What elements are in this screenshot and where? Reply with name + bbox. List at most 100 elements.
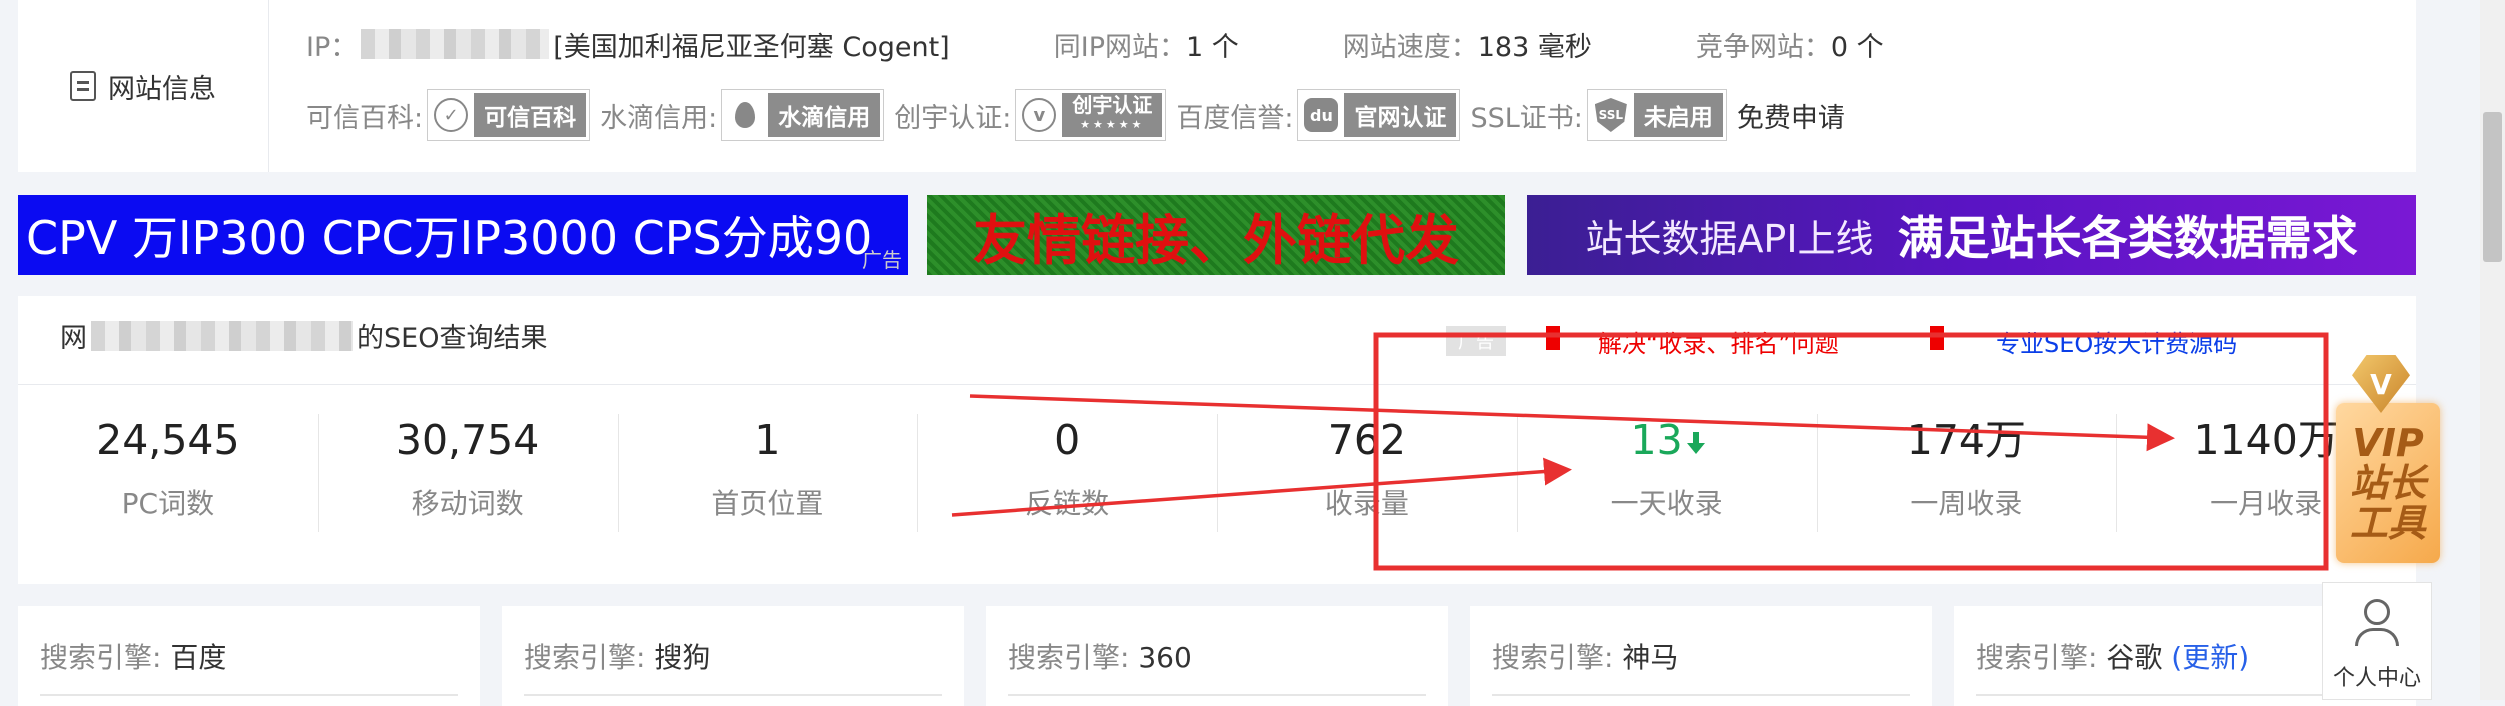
divider	[524, 694, 942, 696]
stat-backlinks[interactable]: 0 反链数	[917, 406, 1217, 536]
same-ip-value[interactable]: 1 个	[1186, 25, 1239, 64]
divider	[40, 694, 458, 696]
domain-redacted	[91, 320, 353, 351]
ip-redacted	[361, 29, 550, 59]
ad-banner-api-text-2: 满足站长各类数据需求	[1897, 211, 2358, 265]
same-ip-label: 同IP网站：	[1053, 31, 1186, 63]
stat-value: 30,754	[395, 416, 540, 464]
rating-stars: ★★★★★	[1080, 118, 1145, 131]
ssl-label: SSL证书:	[1470, 102, 1583, 134]
water-drop-icon	[735, 102, 756, 128]
engine-update-link[interactable]: (更新)	[2171, 641, 2249, 674]
stat-value: 24,545	[96, 416, 240, 464]
stat-value: 762	[1327, 416, 1406, 464]
vip-text: 工具	[2349, 501, 2426, 545]
shuidi-badge-text: 水滴信用	[768, 93, 881, 137]
stat-home-position[interactable]: 1 首页位置	[617, 406, 918, 536]
shuidi-badge[interactable]: 水滴信用	[721, 89, 885, 141]
document-icon	[70, 71, 96, 101]
engine-label: 搜索引擎:	[1008, 641, 1130, 674]
baidu-badge-text: 官网认证	[1344, 93, 1457, 137]
site-info-card: 网站信息 IP： [美国加利福尼亚圣何塞 Cogent] 同IP网站： 1 个 …	[18, 0, 2416, 172]
engine-label: 搜索引擎:	[40, 641, 162, 674]
speed-label: 网站速度：	[1342, 31, 1478, 63]
stat-day-indexed[interactable]: 13 一天收录	[1516, 406, 1817, 536]
stat-pc-words[interactable]: 24,545 PC词数	[18, 406, 318, 536]
divider	[1008, 694, 1426, 696]
kexin-label: 可信百科:	[306, 102, 424, 134]
stat-label: 首页位置	[711, 487, 824, 520]
stat-value: 13	[1630, 416, 1683, 464]
engine-name: 百度	[170, 641, 227, 674]
user-center-label: 个人中心	[2332, 666, 2421, 691]
competitor-value[interactable]: 0 个	[1831, 25, 1884, 64]
ad-banner-api-text-1: 站长数据API上线	[1585, 216, 1874, 261]
ssl-badge[interactable]: SSL 未启用	[1586, 89, 1727, 141]
engine-card-360[interactable]: 搜索引擎: 360	[986, 606, 1448, 706]
chuangyu-v-icon: v	[1022, 98, 1057, 132]
engine-label: 搜索引擎:	[524, 641, 646, 674]
site-info-row-2: 可信百科: ✓ 可信百科 水滴信用: 水滴信用 创宇认证: v 创宇认证 ★★★…	[306, 89, 1845, 141]
stat-mobile-words[interactable]: 30,754 移动词数	[317, 406, 618, 536]
down-arrow-icon	[1686, 432, 1705, 454]
seo-title-prefix: 网	[60, 323, 87, 354]
user-center-button[interactable]: 个人中心	[2322, 582, 2432, 700]
ad-banner-links[interactable]: 友情链接、外链代发	[927, 195, 1505, 275]
chuangyu-badge[interactable]: v 创宇认证 ★★★★★	[1015, 89, 1167, 141]
ssl-shield-icon: SSL	[1594, 98, 1627, 132]
stat-label: 移动词数	[411, 487, 524, 520]
user-icon-body	[2355, 628, 2399, 646]
engine-name: 神马	[1622, 641, 1679, 674]
ssl-badge-text: 未启用	[1633, 93, 1723, 137]
engine-label: 搜索引擎:	[1492, 641, 1614, 674]
seo-title-suffix: 的SEO查询结果	[357, 323, 548, 354]
stat-value-day: 13	[1517, 412, 1817, 468]
speed-value: 183 毫秒	[1477, 31, 1592, 63]
ssl-apply-link[interactable]: 免费申请	[1737, 96, 1845, 135]
competitor-label: 竞争网站：	[1695, 31, 1831, 63]
engine-name: 360	[1138, 641, 1192, 674]
ad-banner-links-text: 友情链接、外链代发	[973, 208, 1459, 272]
engine-name: 谷歌	[2106, 641, 2163, 674]
stat-label: 收录量	[1324, 487, 1409, 520]
vip-tools-widget[interactable]: VIP 站长 工具 V	[2320, 355, 2440, 570]
kexin-badge-text: 可信百科	[474, 93, 587, 137]
engine-card-shenma[interactable]: 搜索引擎: 神马	[1470, 606, 1932, 706]
kexin-badge[interactable]: ✓ 可信百科	[427, 89, 591, 141]
stat-value: 0	[1054, 416, 1081, 464]
ip-label: IP：	[306, 31, 358, 63]
ad-banner-api[interactable]: 站长数据API上线 满足站长各类数据需求	[1527, 195, 2416, 275]
chuangyu-badge-text: 创宇认证 ★★★★★	[1062, 93, 1163, 137]
baidu-paw-icon: du	[1304, 98, 1339, 132]
scrollbar-thumb[interactable]	[2483, 112, 2502, 262]
engine-card-sogou[interactable]: 搜索引擎: 搜狗	[502, 606, 964, 706]
baidu-label: 百度信誉:	[1176, 102, 1294, 134]
divider	[1492, 694, 1910, 696]
ad-banner-cpv-text: CPV 万IP300 CPC万IP3000 CPS分成90	[26, 211, 873, 265]
seo-ad-tag: 广告	[1446, 326, 1506, 356]
red-square-marker	[1546, 326, 1560, 350]
chuangyu-label: 创宇认证:	[894, 102, 1012, 134]
stat-indexed[interactable]: 762 收录量	[1217, 406, 1517, 536]
seo-result-card: 网 的SEO查询结果 广告 解决“收录、排名”问题 专业SEO按天计费源码 24…	[18, 296, 2416, 584]
seo-link-source[interactable]: 专业SEO按天计费源码	[1996, 324, 2237, 359]
stat-value: 174万	[1906, 416, 2026, 464]
site-info-header: 网站信息	[18, 0, 269, 172]
ad-banner-cpv[interactable]: CPV 万IP300 CPC万IP3000 CPS分成90 广告	[18, 195, 908, 275]
scrollbar[interactable]	[2480, 0, 2505, 700]
user-icon	[2364, 599, 2390, 625]
stat-label: 反链数	[1025, 487, 1110, 520]
kexin-badge-icon: ✓	[434, 98, 469, 132]
site-info-label: 网站信息	[108, 73, 216, 105]
red-square-marker	[1930, 326, 1944, 350]
stat-week-indexed[interactable]: 174万 一周收录	[1816, 406, 2117, 536]
engine-card-baidu[interactable]: 搜索引擎: 百度	[18, 606, 480, 706]
stat-value: 1	[754, 416, 781, 464]
vip-tools-body: VIP 站长 工具	[2336, 403, 2440, 563]
baidu-badge[interactable]: du 官网认证	[1297, 89, 1461, 141]
divider	[18, 384, 2416, 385]
engine-label: 搜索引擎:	[1976, 641, 2098, 674]
stat-label: 一周收录	[1910, 487, 2023, 520]
seo-link-ranking[interactable]: 解决“收录、排名”问题	[1598, 324, 1839, 359]
stat-label: PC词数	[121, 487, 215, 520]
